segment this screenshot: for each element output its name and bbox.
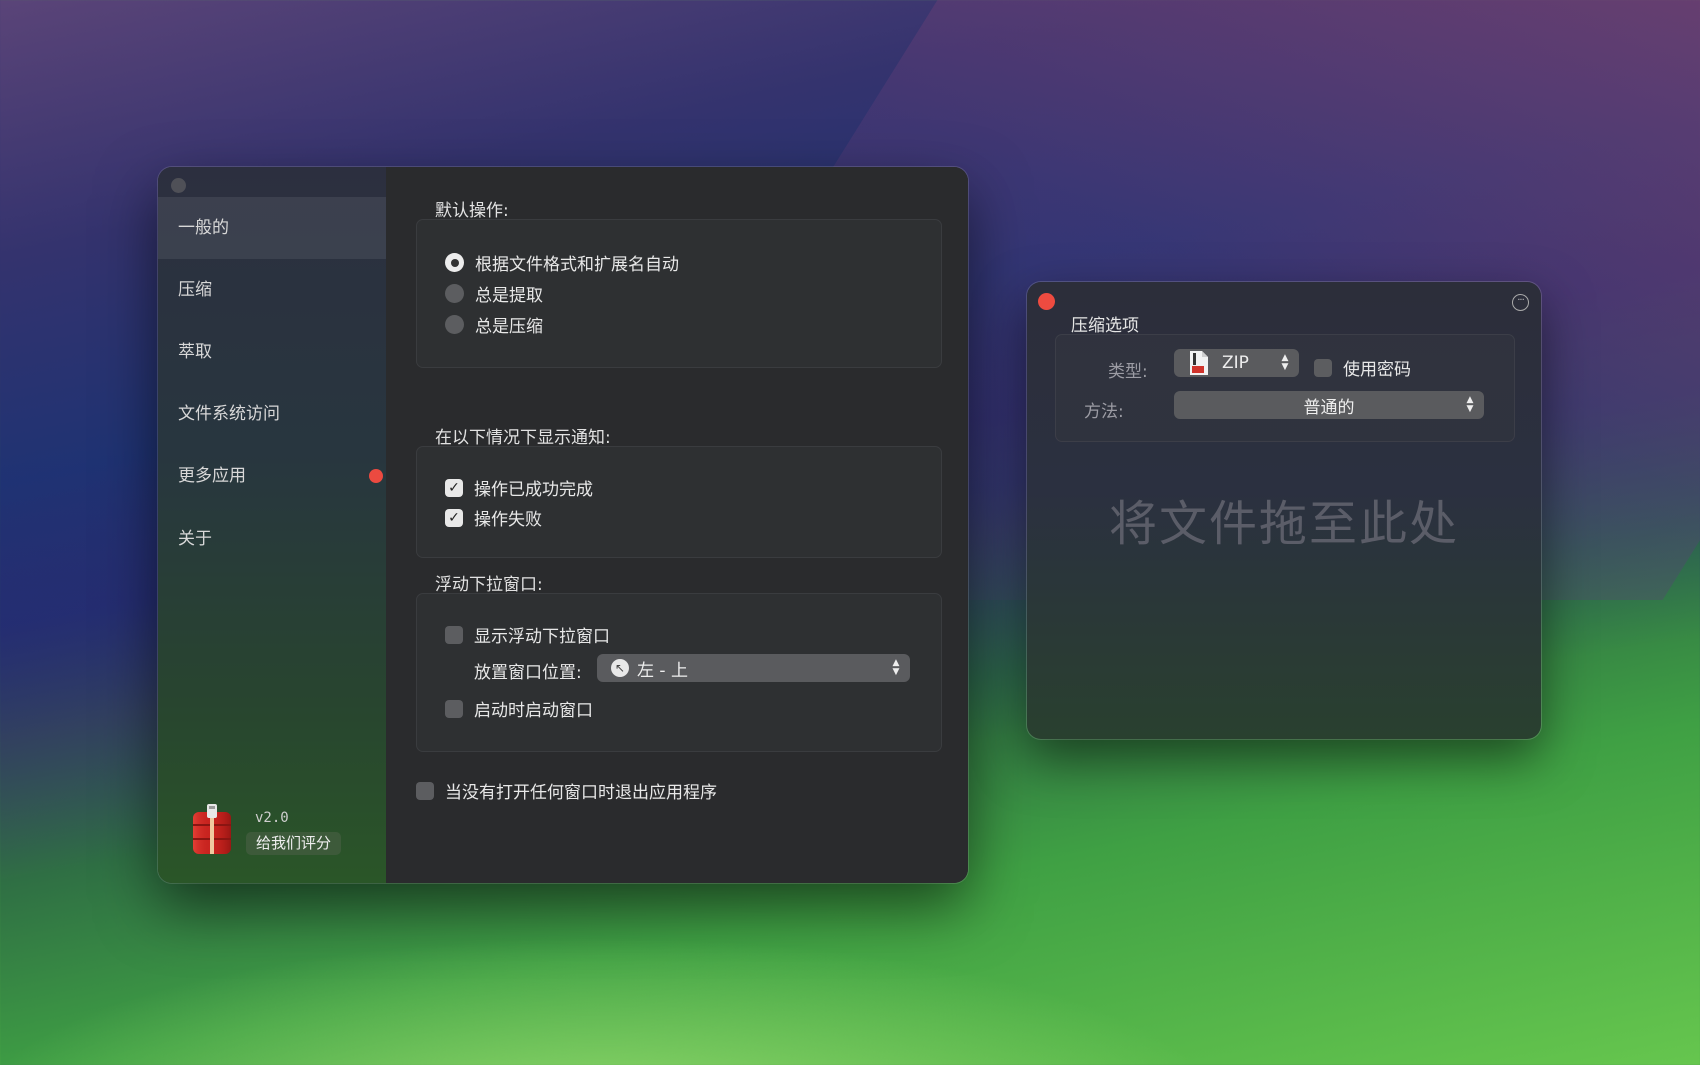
checkbox-show-floating[interactable]: 显示浮动下拉窗口 [445, 622, 610, 647]
compression-options-title: 压缩选项 [1071, 316, 1139, 336]
preferences-window: 一般的 压缩 萃取 文件系统访问 更多应用 关于 v2.0 给我们评分 默认操作… [158, 167, 968, 883]
checkbox-label: 操作失败 [474, 510, 542, 530]
checkbox-launch-at-start[interactable]: 启动时启动窗口 [445, 696, 593, 721]
notification-badge [369, 469, 383, 483]
checkbox-checked[interactable]: ✓ [445, 508, 463, 527]
sidebar-item-label: 关于 [178, 529, 212, 549]
general-settings-pane: 默认操作: 根据文件格式和扩展名自动 总是提取 总是压缩 在以下情况下显示通知:… [386, 167, 968, 883]
more-options-icon[interactable]: ··· [1512, 294, 1529, 311]
radio-auto[interactable]: 根据文件格式和扩展名自动 [445, 250, 679, 275]
method-label: 方法: [1084, 402, 1124, 422]
compression-window: ··· 压缩选项 类型: ZIP ▲ ▼ 使用密码 方法: 普通的 ▲ ▼ 将文件拖… [1027, 282, 1541, 739]
sidebar-item-label: 萃取 [178, 342, 212, 362]
sidebar: 一般的 压缩 萃取 文件系统访问 更多应用 关于 v2.0 给我们评分 [158, 167, 386, 883]
checkbox-use-password[interactable]: 使用密码 [1314, 355, 1411, 380]
sidebar-item-file-access[interactable]: 文件系统访问 [158, 383, 386, 445]
sidebar-item-extract[interactable]: 萃取 [158, 321, 386, 383]
sidebar-item-compress[interactable]: 压缩 [158, 259, 386, 321]
type-label: 类型: [1108, 362, 1148, 382]
radio-always-extract[interactable]: 总是提取 [445, 281, 543, 306]
checkbox-checked[interactable]: ✓ [445, 478, 463, 497]
method-value: 普通的 [1303, 397, 1355, 418]
radio-button[interactable] [445, 315, 464, 334]
type-popup[interactable]: ZIP ▲ ▼ [1174, 349, 1299, 377]
checkbox-label: 启动时启动窗口 [474, 701, 593, 721]
sidebar-item-label: 文件系统访问 [178, 404, 280, 424]
version-label: v2.0 [255, 810, 289, 826]
sidebar-item-label: 压缩 [178, 280, 212, 300]
radio-label: 根据文件格式和扩展名自动 [475, 255, 679, 275]
radio-button-selected[interactable] [445, 253, 464, 272]
chevron-updown-icon: ▲ ▼ [1281, 353, 1289, 372]
zip-file-icon [1190, 351, 1208, 375]
radio-always-compress[interactable]: 总是压缩 [445, 312, 543, 337]
drop-zone-text: 将文件拖至此处 [1108, 496, 1459, 552]
radio-label: 总是提取 [475, 286, 543, 306]
position-label: 放置窗口位置: [474, 663, 582, 683]
sidebar-item-label: 一般的 [178, 218, 229, 238]
notifications-group: ✓ 操作已成功完成 ✓ 操作失败 [416, 446, 942, 558]
checkbox-unchecked[interactable] [445, 699, 463, 718]
radio-button[interactable] [445, 284, 464, 303]
type-value: ZIP [1222, 353, 1249, 373]
window-close-button[interactable] [1038, 293, 1055, 310]
sidebar-item-about[interactable]: 关于 [158, 508, 386, 570]
compression-options-group: 类型: ZIP ▲ ▼ 使用密码 方法: 普通的 ▲ ▼ [1055, 334, 1515, 442]
sidebar-item-general[interactable]: 一般的 [158, 197, 386, 259]
default-action-group: 根据文件格式和扩展名自动 总是提取 总是压缩 [416, 219, 942, 368]
chevron-updown-icon: ▲ ▼ [1466, 395, 1474, 414]
checkbox-label: 显示浮动下拉窗口 [474, 627, 610, 647]
position-value: 左 - 上 [637, 660, 688, 681]
checkbox-success[interactable]: ✓ 操作已成功完成 [445, 475, 593, 500]
window-close-button[interactable] [171, 178, 186, 193]
checkbox-label: 使用密码 [1343, 360, 1411, 380]
sidebar-item-more-apps[interactable]: 更多应用 [158, 445, 386, 507]
checkbox-failure[interactable]: ✓ 操作失败 [445, 505, 542, 530]
section-title-default-action: 默认操作: [435, 201, 509, 221]
method-popup[interactable]: 普通的 ▲ ▼ [1174, 391, 1484, 419]
chevron-updown-icon: ▲ ▼ [892, 658, 900, 677]
archive-app-logo [193, 804, 231, 854]
position-popup[interactable]: ↖ 左 - 上 ▲ ▼ [597, 654, 910, 682]
sidebar-item-label: 更多应用 [178, 466, 246, 486]
rate-us-button[interactable]: 给我们评分 [246, 832, 342, 855]
checkbox-label: 当没有打开任何窗口时退出应用程序 [445, 783, 717, 803]
floating-group: 显示浮动下拉窗口 放置窗口位置: ↖ 左 - 上 ▲ ▼ 启动时启动窗口 [416, 593, 942, 752]
section-title-notifications: 在以下情况下显示通知: [435, 428, 611, 448]
checkbox-unchecked[interactable] [1314, 358, 1332, 377]
section-title-floating: 浮动下拉窗口: [435, 575, 543, 595]
checkbox-unchecked[interactable] [445, 625, 463, 644]
checkbox-unchecked[interactable] [416, 781, 434, 800]
checkbox-label: 操作已成功完成 [474, 480, 593, 500]
arrow-up-left-icon: ↖ [611, 659, 629, 677]
checkbox-quit-when-closed[interactable]: 当没有打开任何窗口时退出应用程序 [416, 778, 717, 803]
radio-label: 总是压缩 [475, 317, 543, 337]
